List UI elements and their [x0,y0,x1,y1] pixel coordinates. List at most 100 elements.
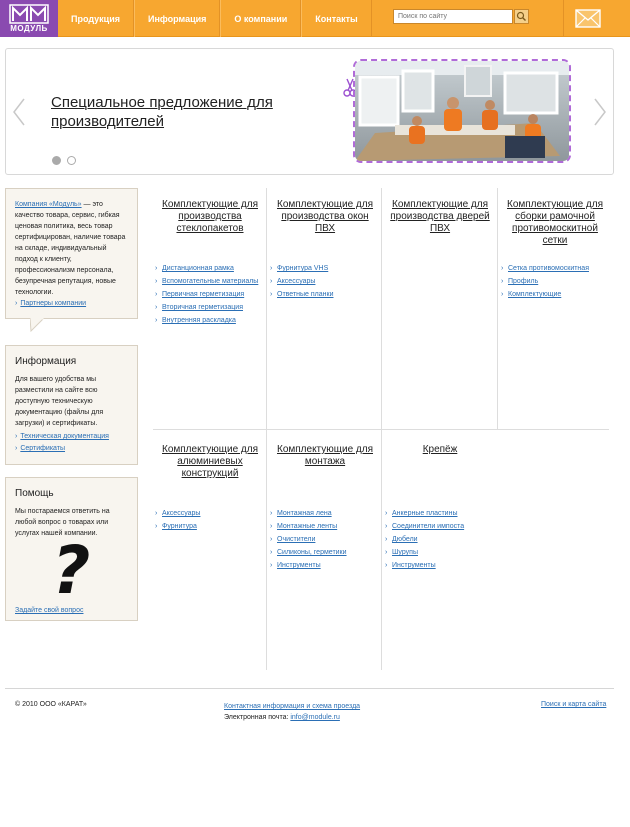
chevron-right-icon: › [270,291,273,298]
nav-item-information[interactable]: Информация [134,0,221,37]
list-item[interactable]: › Дюбели [385,536,464,544]
partners-link[interactable]: › Партнеры компании [15,298,128,310]
list-item[interactable]: › Первичная герметизация [155,291,258,299]
arrow-right-icon[interactable] [593,97,607,127]
info-text: Для вашего удобства мы разместили на сай… [15,376,104,427]
search-input[interactable] [393,9,513,24]
email-link[interactable]: info@module.ru [290,714,340,721]
category-title[interactable]: Комплектующие для производства стеклопак… [155,199,265,235]
search-button[interactable] [514,9,529,24]
sitemap-link[interactable]: Поиск и карта сайта [541,701,606,708]
footer-divider [5,688,614,689]
category-pvc-doors: Комплектующие для производства дверей ПВ… [385,199,495,235]
certificates-link[interactable]: › Сертификаты [15,443,128,455]
list-item[interactable]: › Ответные планки [270,291,334,299]
chevron-right-icon: › [155,278,158,285]
list-item[interactable]: › Анкерные пластины [385,510,464,518]
list-item[interactable]: › Комплектующие [501,291,589,299]
list-item[interactable]: › Вспомогательные материалы [155,278,258,286]
category-list: › Аксессуары › Фурнитура [155,510,200,536]
category-pvc-windows: Комплектующие для производства окон ПВХ … [270,199,380,298]
about-text: Компания «Модуль» — это качество товара,… [15,199,128,298]
about-box: Компания «Модуль» — это качество товара,… [5,188,138,319]
copyright: © 2010 ООО «КАРАТ» [15,701,87,708]
category-title[interactable]: Комплектующие для производства дверей ПВ… [385,199,495,235]
help-box: Помощь Мы постараемся ответить на любой … [5,477,138,621]
nav-item-products[interactable]: Продукция [58,0,134,37]
about-company-link[interactable]: Компания «Модуль» [15,201,82,208]
category-title[interactable]: Комплектующие для производства окон ПВХ [270,199,380,235]
main-nav: Продукция Информация О компании Контакты [58,0,372,37]
list-item[interactable]: › Соединители импоста [385,523,464,531]
list-item[interactable]: › Очистители [270,536,347,544]
nav-item-contacts[interactable]: Контакты [301,0,372,37]
footer-contact: Контактная информация и схема проезда Эл… [224,701,360,723]
chevron-right-icon: › [270,278,273,285]
list-item[interactable]: › Аксессуары [270,278,334,286]
category-installation: Комплектующие для монтажа › Монтажная лен… [270,444,380,569]
ask-question-link[interactable]: Задайте свой вопрос [15,605,83,617]
chevron-right-icon: › [501,291,504,298]
header-bar: МОДУЛЬ Продукция Информация О компании К… [0,0,630,37]
banner-photo[interactable] [353,59,571,163]
help-title: Помощь [15,488,54,499]
chevron-right-icon: › [270,510,273,517]
chevron-right-icon: › [155,291,158,298]
tech-docs-label: Техническая документация [20,433,109,440]
tech-docs-link[interactable]: › Техническая документация [15,431,128,443]
header-divider [563,0,564,37]
certificates-label: Сертификаты [20,445,66,452]
list-item[interactable]: › Силиконы, герметики [270,549,347,557]
search-icon [516,11,526,21]
chevron-right-icon: › [155,523,158,530]
list-item[interactable]: › Инструменты [385,562,464,570]
chevron-right-icon: › [155,317,158,324]
chevron-right-icon: › [270,265,273,272]
slider-dot[interactable] [67,156,76,165]
list-item[interactable]: › Шурупы [385,549,464,557]
nav-item-about[interactable]: О компании [220,0,302,37]
category-list: › Сетка противомоскитная › Профиль › Компле… [501,265,589,304]
mail-icon[interactable] [575,9,601,28]
banner-title[interactable]: Специальное предложение для производител… [51,93,311,131]
list-item[interactable]: › Монтажные ленты [270,523,347,531]
list-item[interactable]: › Внутренняя раскладка [155,317,258,325]
category-list: › Фурнитура VHS › Аксессуары › Ответные пла… [270,265,334,304]
list-item[interactable]: › Вторичная герметизация [155,304,258,312]
list-item[interactable]: › Монтажная лена [270,510,347,518]
chevron-right-icon: › [270,536,273,543]
category-title[interactable]: Крепёж [385,444,495,456]
chevron-right-icon: › [385,523,388,530]
category-title[interactable]: Комплектующие для монтажа [270,444,380,468]
question-mark-icon: ? [52,532,91,609]
list-item[interactable]: › Дистанционная рамка [155,265,258,273]
category-title[interactable]: Комплектующие для алюминиевых конструкци… [155,444,265,480]
arrow-left-icon[interactable] [12,97,26,127]
chevron-right-icon: › [385,549,388,556]
category-list: › Монтажная лена › Монтажные ленты › Очисти… [270,510,347,575]
info-title: Информация [15,356,77,367]
logo-icon [9,4,49,24]
category-title[interactable]: Комплектующие для сборки рамочной против… [501,199,609,247]
chevron-right-icon: › [15,445,18,452]
promo-banner: Специальное предложение для производител… [5,48,614,175]
email-label: Электронная почта: [224,714,291,721]
chevron-right-icon: › [15,300,18,307]
grid-divider [497,188,498,429]
list-item[interactable]: › Фурнитура VHS [270,265,334,273]
chevron-right-icon: › [155,510,158,517]
logo[interactable]: МОДУЛЬ [0,0,58,37]
list-item[interactable]: › Аксессуары [155,510,200,518]
chevron-right-icon: › [270,562,273,569]
list-item[interactable]: › Фурнитура [155,523,200,531]
contact-info-link[interactable]: Контактная информация и схема проезда [224,703,360,710]
list-item[interactable]: › Профиль [501,278,589,286]
chevron-right-icon: › [385,510,388,517]
about-description: — это качество товара, сервис, гибкая це… [15,201,126,296]
list-item[interactable]: › Сетка противомоскитная [501,265,589,273]
slider-dot[interactable] [52,156,61,165]
chevron-right-icon: › [501,265,504,272]
chevron-right-icon: › [385,562,388,569]
list-item[interactable]: › Инструменты [270,562,347,570]
chevron-right-icon: › [385,536,388,543]
